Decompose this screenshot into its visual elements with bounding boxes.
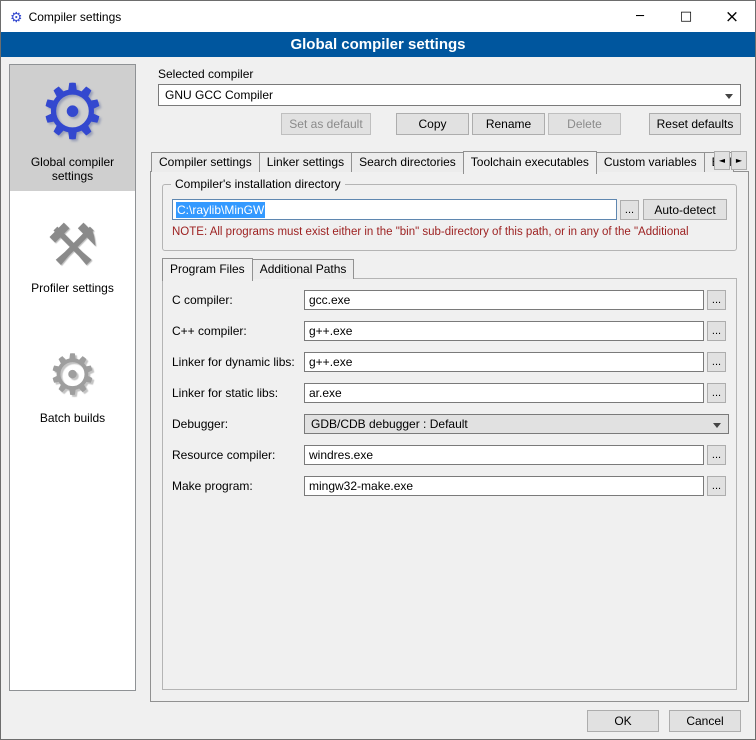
close-button[interactable]: × <box>709 1 755 32</box>
resource-compiler-input[interactable] <box>304 445 704 465</box>
browse-button[interactable]: ... <box>707 476 726 496</box>
tab-program-files[interactable]: Program Files <box>162 258 253 281</box>
selected-compiler-value: GNU GCC Compiler <box>165 88 273 102</box>
sidebar-item-label: Global compiler settings <box>31 155 114 183</box>
gear-stack-icon: ⚙ <box>12 341 133 411</box>
field-label: C++ compiler: <box>172 324 304 338</box>
browse-button[interactable]: ... <box>707 383 726 403</box>
browse-button[interactable]: ... <box>707 290 726 310</box>
minimize-button[interactable]: ─ <box>617 1 663 32</box>
selected-text: C:\raylib\MinGW <box>176 202 265 218</box>
browse-button[interactable]: ... <box>707 445 726 465</box>
maximize-button[interactable]: □ <box>663 1 709 32</box>
gear-icon: ⚙ <box>12 69 133 155</box>
rename-button[interactable]: Rename <box>472 113 545 135</box>
copy-button[interactable]: Copy <box>396 113 469 135</box>
tab-scroll-left-button[interactable]: ◄ <box>714 151 730 170</box>
field-label: Resource compiler: <box>172 448 304 462</box>
sub-tab-strip: Program Files Additional Paths <box>162 258 353 279</box>
delete-button[interactable]: Delete <box>548 113 621 135</box>
note-text: NOTE: All programs must exist either in … <box>172 226 689 238</box>
field-row-make-program: Make program: ... <box>172 476 729 496</box>
field-label: C compiler: <box>172 293 304 307</box>
tab-custom-variables[interactable]: Custom variables <box>596 152 705 172</box>
cancel-button[interactable]: Cancel <box>669 710 741 732</box>
selected-compiler-label: Selected compiler <box>158 67 253 81</box>
tab-scroll-right-button[interactable]: ► <box>731 151 747 170</box>
chevron-down-icon <box>713 423 721 428</box>
compiler-settings-window: ⚙ Compiler settings ─ □ × Global compile… <box>0 0 756 740</box>
sidebar-item-label: Batch builds <box>40 411 105 425</box>
browse-button[interactable]: ... <box>707 321 726 341</box>
page-title: Global compiler settings <box>1 32 755 57</box>
field-row-static-linker: Linker for static libs: ... <box>172 383 729 403</box>
field-label: Linker for dynamic libs: <box>172 355 304 369</box>
window-controls: ─ □ × <box>617 1 755 32</box>
profiler-icon: ⚒ <box>12 209 133 281</box>
tab-compiler-settings[interactable]: Compiler settings <box>151 152 260 172</box>
c-compiler-input[interactable] <box>304 290 704 310</box>
ok-button[interactable]: OK <box>587 710 659 732</box>
field-label: Linker for static libs: <box>172 386 304 400</box>
sidebar-item-global-compiler-settings[interactable]: ⚙ Global compiler settings <box>10 65 135 191</box>
selected-compiler-dropdown[interactable]: GNU GCC Compiler <box>158 84 741 106</box>
sidebar-item-profiler-settings[interactable]: ⚒ Profiler settings <box>10 191 135 303</box>
installation-directory-group: Compiler's installation directory C:\ray… <box>162 184 737 251</box>
installation-directory-input[interactable]: C:\raylib\MinGW <box>172 199 617 220</box>
make-program-input[interactable] <box>304 476 704 496</box>
main-tab-strip: Compiler settings Linker settings Search… <box>151 151 733 172</box>
browse-button[interactable]: ... <box>707 352 726 372</box>
tab-search-directories[interactable]: Search directories <box>351 152 464 172</box>
tab-linker-settings[interactable]: Linker settings <box>259 152 352 172</box>
static-linker-input[interactable] <box>304 383 704 403</box>
reset-defaults-button[interactable]: Reset defaults <box>649 113 741 135</box>
group-title: Compiler's installation directory <box>171 177 345 191</box>
debugger-dropdown[interactable]: GDB/CDB debugger : Default <box>304 414 729 434</box>
debugger-value: GDB/CDB debugger : Default <box>311 417 468 431</box>
dynamic-linker-input[interactable] <box>304 352 704 372</box>
browse-directory-button[interactable]: ... <box>620 200 639 220</box>
field-label: Make program: <box>172 479 304 493</box>
field-row-dynamic-linker: Linker for dynamic libs: ... <box>172 352 729 372</box>
sidebar-item-label: Profiler settings <box>31 281 114 295</box>
cpp-compiler-input[interactable] <box>304 321 704 341</box>
titlebar: ⚙ Compiler settings ─ □ × <box>1 1 755 32</box>
sidebar-item-batch-builds[interactable]: ⚙ Batch builds <box>10 303 135 433</box>
tab-additional-paths[interactable]: Additional Paths <box>252 259 355 279</box>
installation-directory-row: C:\raylib\MinGW ... Auto-detect <box>172 199 727 220</box>
window-title: Compiler settings <box>29 10 122 24</box>
chevron-down-icon <box>725 94 733 99</box>
field-row-c-compiler: C compiler: ... <box>172 290 729 310</box>
app-gear-icon: ⚙ <box>10 10 23 24</box>
settings-category-list: ⚙ Global compiler settings ⚒ Profiler se… <box>9 64 136 691</box>
auto-detect-button[interactable]: Auto-detect <box>643 199 727 220</box>
tab-toolchain-executables[interactable]: Toolchain executables <box>463 151 597 174</box>
field-label: Debugger: <box>172 417 304 431</box>
field-row-cpp-compiler: C++ compiler: ... <box>172 321 729 341</box>
field-row-debugger: Debugger: GDB/CDB debugger : Default <box>172 414 729 434</box>
field-row-resource-compiler: Resource compiler: ... <box>172 445 729 465</box>
set-as-default-button[interactable]: Set as default <box>281 113 371 135</box>
